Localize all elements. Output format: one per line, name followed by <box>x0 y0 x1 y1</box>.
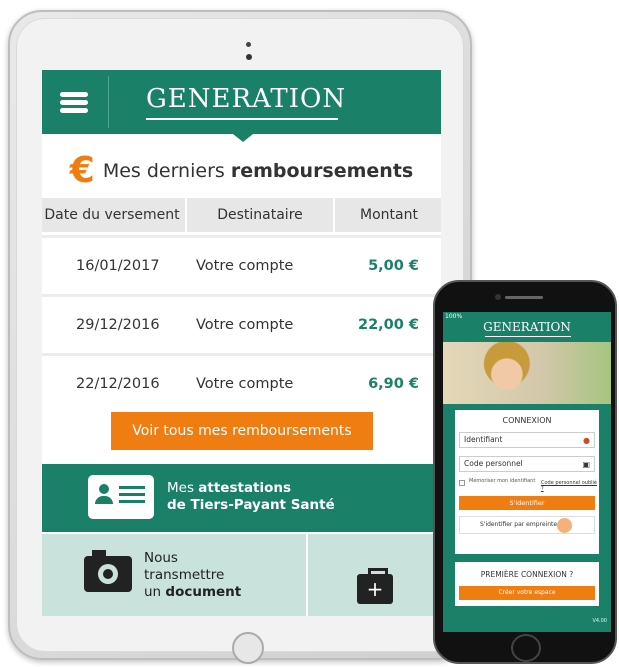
user-icon: ● <box>583 436 590 445</box>
forgot-code-link[interactable]: Code personnel oublié ? <box>541 480 599 492</box>
doc-line3-prefix: un <box>144 584 166 600</box>
first-login-title: PREMIÈRE CONNEXION ? <box>480 570 574 579</box>
phone-home-button[interactable] <box>511 634 541 662</box>
row-amount: 22,00 € <box>357 317 419 333</box>
phone-brand-underline <box>485 336 571 337</box>
phone-camera <box>495 294 501 300</box>
tablet-screen: GENERATION € Mes derniers remboursements … <box>42 70 441 616</box>
medical-kit-icon: + <box>357 568 393 604</box>
send-document-tile[interactable]: Nous transmettre un document <box>42 534 306 616</box>
code-placeholder: Code personnel <box>464 459 523 468</box>
attestations-line2: de Tiers-Payant Santé <box>167 497 335 513</box>
header-pointer <box>233 134 253 142</box>
fingerprint-icon <box>557 518 572 533</box>
tablet-camera <box>246 42 251 47</box>
euro-icon: € <box>69 150 95 191</box>
table-header: Date du versement Destinataire Montant <box>42 198 441 232</box>
table-row[interactable]: 22/12/2016 Votre compte 6,90 € <box>42 353 441 407</box>
tablet-home-button[interactable] <box>232 632 264 664</box>
fingerprint-login-button[interactable]: S'identifier par empreinte <box>459 516 595 534</box>
row-date: 29/12/2016 <box>76 317 160 333</box>
brand-logo: GENERATION <box>146 84 347 114</box>
reimbursements-title: € Mes derniers remboursements <box>42 150 441 191</box>
col-recipient[interactable]: Destinataire <box>185 198 335 232</box>
table-row[interactable]: 16/01/2017 Votre compte 5,00 € <box>42 235 441 291</box>
brand-underline <box>146 118 338 120</box>
row-date: 22/12/2016 <box>76 376 160 392</box>
row-date: 16/01/2017 <box>76 258 160 274</box>
code-field[interactable]: Code personnel ▣ <box>459 456 595 472</box>
remember-label: Mémoriser mon identifiant <box>469 478 536 484</box>
phone-screen: 100% GENERATION CONNEXION Identifiant ● … <box>443 312 611 632</box>
doc-line2: transmettre <box>144 567 225 583</box>
version-label: V4.00 <box>592 618 607 624</box>
battery-status: 100% <box>445 313 463 320</box>
row-recipient: Votre compte <box>196 258 294 274</box>
row-amount: 5,00 € <box>368 258 419 274</box>
phone-brand-logo: GENERATION <box>483 320 571 334</box>
app-header: GENERATION <box>42 70 441 134</box>
id-card-icon <box>88 475 154 519</box>
fingerprint-label: S'identifier par empreinte <box>480 521 558 528</box>
header-divider <box>108 76 109 128</box>
phone-speaker <box>505 296 543 299</box>
row-amount: 6,90 € <box>368 376 419 392</box>
identifier-field[interactable]: Identifiant ● <box>459 432 595 448</box>
first-login-panel: PREMIÈRE CONNEXION ? Créer votre espace <box>455 562 599 606</box>
menu-icon[interactable] <box>56 92 96 114</box>
login-panel: CONNEXION Identifiant ● Code personnel ▣… <box>455 410 599 554</box>
login-button[interactable]: S'identifier <box>459 496 595 510</box>
tablet-sensor <box>246 54 252 60</box>
send-document-label: Nous transmettre un document <box>144 550 241 601</box>
health-kit-tile[interactable]: + <box>308 534 441 616</box>
col-amount[interactable]: Montant <box>337 198 441 232</box>
kit-plus: + <box>366 577 384 601</box>
create-account-button[interactable]: Créer votre espace <box>459 586 595 600</box>
title-bold: remboursements <box>230 160 414 182</box>
lock-icon: ▣ <box>582 460 590 469</box>
attestations-label: Mes attestations de Tiers-Payant Santé <box>167 480 335 514</box>
row-recipient: Votre compte <box>196 376 294 392</box>
camera-icon <box>84 550 132 592</box>
identifier-placeholder: Identifiant <box>464 435 503 444</box>
title-prefix: Mes derniers <box>102 160 231 182</box>
attestations-tile[interactable]: Mes attestations de Tiers-Payant Santé <box>42 464 441 532</box>
attestations-prefix: Mes <box>167 480 199 496</box>
see-all-reimbursements-button[interactable]: Voir tous mes remboursements <box>111 412 373 450</box>
phone-device: 100% GENERATION CONNEXION Identifiant ● … <box>433 280 617 664</box>
row-recipient: Votre compte <box>196 317 294 333</box>
table-row[interactable]: 29/12/2016 Votre compte 22,00 € <box>42 294 441 350</box>
remember-checkbox[interactable] <box>459 480 465 486</box>
col-date[interactable]: Date du versement <box>42 198 182 232</box>
attestations-bold: attestations <box>198 480 292 496</box>
login-title: CONNEXION <box>502 416 552 425</box>
doc-line3-bold: document <box>165 584 242 600</box>
hero-photo <box>443 342 611 404</box>
doc-line1: Nous <box>144 550 178 566</box>
